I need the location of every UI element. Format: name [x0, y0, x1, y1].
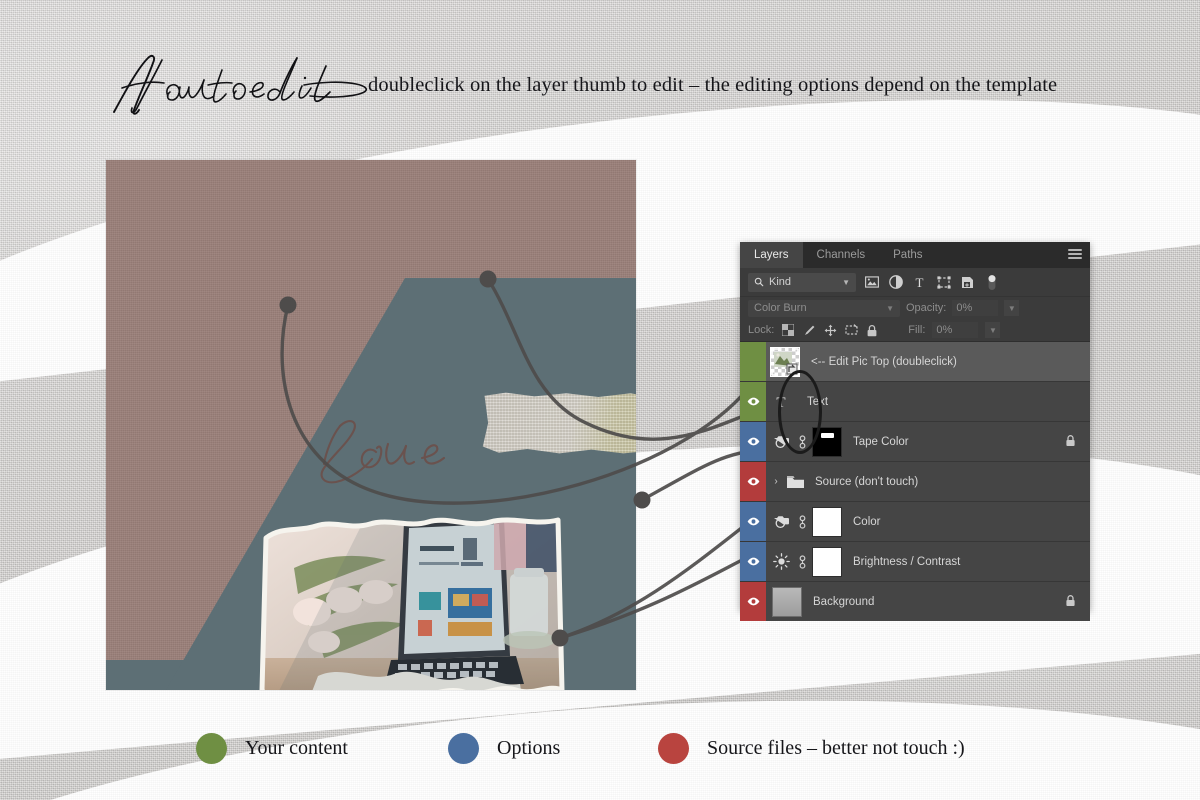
legend-label: Options: [497, 737, 561, 759]
layer-group-color-green: [740, 342, 766, 381]
layer-group-color-red: [740, 462, 766, 501]
layer-group-color-blue: [740, 502, 766, 541]
layer-group-color-green: [740, 382, 766, 421]
layer-row-source-group[interactable]: › Source (don't touch): [740, 462, 1090, 502]
layer-group-color-blue: [740, 422, 766, 461]
type-layer-icon[interactable]: T: [766, 394, 796, 410]
blend-mode-select[interactable]: Color Burn ▼: [748, 299, 900, 317]
panel-tab-bar[interactable]: Layers Channels Paths: [740, 242, 1090, 268]
tape-texture: [482, 392, 636, 454]
layer-lock-icon[interactable]: [1065, 434, 1076, 450]
chevron-down-icon[interactable]: ▼: [842, 278, 850, 287]
layer-filter-row[interactable]: Kind ▼ T: [740, 268, 1090, 296]
group-disclosure-chevron-right-icon[interactable]: ›: [770, 476, 782, 487]
fill-input[interactable]: 0%: [932, 322, 979, 338]
layer-mask-thumbnail[interactable]: [812, 426, 842, 457]
collage-washi-tape: [482, 392, 636, 454]
layer-row-edit-pic-top[interactable]: <-- Edit Pic Top (doubleclick): [740, 342, 1090, 382]
layer-name: Color: [853, 515, 881, 528]
fill-chevron-down-icon[interactable]: ▼: [985, 322, 1001, 338]
layer-name: Tape Color: [853, 435, 909, 448]
eye-visibility-icon[interactable]: [747, 597, 760, 606]
layer-list[interactable]: <-- Edit Pic Top (doubleclick) T Text Ta…: [740, 342, 1090, 621]
layer-lock-icon[interactable]: [1065, 594, 1076, 610]
type-layer-filter-icon[interactable]: T: [911, 274, 928, 291]
eye-visibility-icon[interactable]: [747, 397, 760, 406]
layer-mask-thumbnail[interactable]: [812, 506, 842, 537]
adjustment-layer-filter-icon[interactable]: [887, 274, 904, 291]
smart-object-filter-icon[interactable]: [959, 274, 976, 291]
solid-color-adjustment-icon[interactable]: [766, 514, 796, 529]
legend-label: Source files – better not touch :): [707, 737, 965, 759]
lock-artboard-nesting-icon[interactable]: [844, 323, 858, 337]
tab-channels[interactable]: Channels: [803, 242, 880, 268]
lock-position-icon[interactable]: [823, 323, 837, 337]
brightness-contrast-icon[interactable]: [766, 553, 796, 570]
layer-row-text[interactable]: T Text: [740, 382, 1090, 422]
lock-transparent-pixels-icon[interactable]: [781, 323, 795, 337]
layer-mask-link-icon[interactable]: [796, 554, 809, 569]
layers-panel[interactable]: Layers Channels Paths Kind ▼ T Color Bur…: [740, 242, 1090, 621]
layer-name: Text: [807, 395, 829, 408]
legend-dot-green: [196, 733, 227, 764]
solid-color-adjustment-icon[interactable]: [766, 434, 796, 449]
eye-visibility-icon[interactable]: [747, 517, 760, 526]
legend-item-your-content: Your content: [196, 733, 348, 764]
tab-layers[interactable]: Layers: [740, 242, 803, 268]
layer-group-color-blue: [740, 542, 766, 581]
folder-icon[interactable]: [782, 475, 808, 489]
layer-row-brightness-contrast[interactable]: Brightness / Contrast: [740, 542, 1090, 582]
lock-all-icon[interactable]: [865, 323, 879, 337]
collage-torn-photo: [259, 517, 565, 690]
tab-paths[interactable]: Paths: [879, 242, 936, 268]
layer-name: Background: [813, 595, 875, 608]
legend-item-options: Options: [448, 733, 560, 764]
layer-name: <-- Edit Pic Top (doubleclick): [811, 355, 957, 368]
layer-mask-link-icon[interactable]: [796, 514, 809, 529]
legend-label: Your content: [245, 737, 348, 759]
blend-mode-row[interactable]: Color Burn ▼ Opacity: 0% ▼: [740, 296, 1090, 319]
filter-toggle-switch-icon[interactable]: [983, 274, 1000, 291]
collage-script-text: [302, 412, 462, 492]
layer-mask-thumbnail[interactable]: [812, 546, 842, 577]
panel-menu-icon[interactable]: [1068, 249, 1082, 260]
eye-visibility-icon[interactable]: [747, 477, 760, 486]
eye-visibility-icon[interactable]: [747, 557, 760, 566]
eye-visibility-icon[interactable]: [747, 437, 760, 446]
lock-image-pixels-icon[interactable]: [802, 323, 816, 337]
shape-layer-filter-icon[interactable]: [935, 274, 952, 291]
svg-text:T: T: [776, 395, 785, 410]
page-subtitle: doubleclick on the layer thumb to edit –…: [368, 74, 1058, 96]
lock-row[interactable]: Lock: Fill: 0% ▼: [740, 319, 1090, 342]
layer-name: Brightness / Contrast: [853, 555, 961, 568]
lock-label: Lock:: [748, 324, 775, 336]
legend-item-source-files: Source files – better not touch :): [658, 733, 965, 764]
legend: Your content Options Source files – bett…: [0, 728, 1200, 774]
svg-text:T: T: [916, 276, 924, 289]
legend-dot-red: [658, 733, 689, 764]
opacity-input[interactable]: 0%: [952, 300, 999, 316]
layer-thumbnail-background[interactable]: [772, 586, 802, 617]
layer-row-background[interactable]: Background: [740, 582, 1090, 621]
layer-thumbnail-smart-object[interactable]: [770, 346, 800, 377]
filter-kind-select[interactable]: Kind ▼: [748, 272, 856, 292]
layer-name: Source (don't touch): [815, 475, 919, 488]
layer-group-color-red: [740, 582, 766, 621]
opacity-chevron-down-icon[interactable]: ▼: [1004, 300, 1020, 316]
chevron-down-icon[interactable]: ▼: [886, 304, 894, 313]
pixel-layer-filter-icon[interactable]: [863, 274, 880, 291]
search-icon: [754, 277, 764, 287]
collage-preview[interactable]: [106, 160, 636, 690]
legend-dot-blue: [448, 733, 479, 764]
blend-mode-value: Color Burn: [754, 302, 807, 314]
opacity-label: Opacity:: [906, 302, 947, 314]
layer-row-color[interactable]: Color: [740, 502, 1090, 542]
page-title-script: [104, 52, 384, 116]
layer-row-tape-color[interactable]: Tape Color: [740, 422, 1090, 462]
fill-label: Fill:: [908, 324, 926, 336]
filter-kind-label: Kind: [769, 276, 792, 288]
layer-mask-link-icon[interactable]: [796, 434, 809, 449]
